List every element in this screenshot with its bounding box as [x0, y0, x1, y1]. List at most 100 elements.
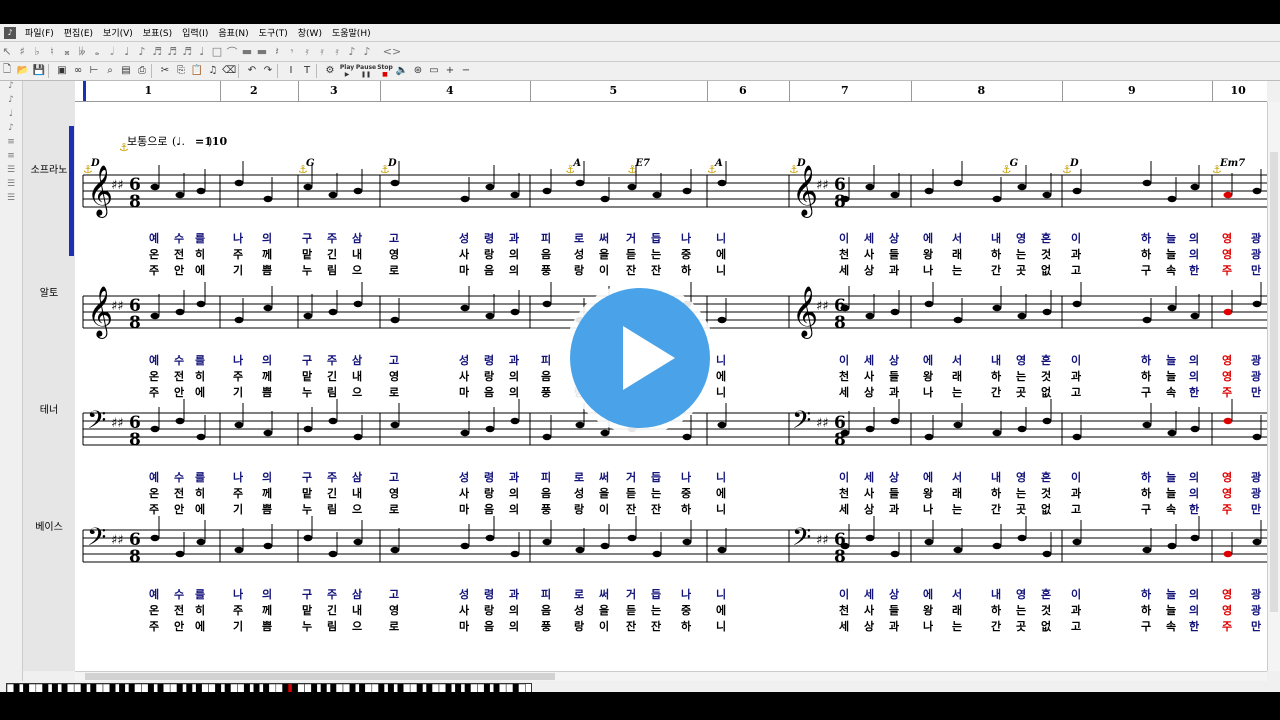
lyric-syllable[interactable]: 령: [484, 471, 494, 484]
lyric-syllable[interactable]: 간: [991, 502, 1001, 516]
lyric-syllable[interactable]: 에: [923, 231, 933, 245]
lyric-syllable[interactable]: 들: [889, 487, 899, 500]
lyric-syllable[interactable]: 하: [1141, 587, 1152, 601]
lyric-syllable[interactable]: 의: [1189, 369, 1199, 383]
lyric-syllable[interactable]: 한: [1189, 263, 1199, 277]
note-head[interactable]: [150, 183, 160, 191]
lyric-syllable[interactable]: 니: [716, 470, 726, 484]
lyric-syllable[interactable]: 이: [839, 231, 849, 245]
lyric-syllable[interactable]: 쁨: [262, 619, 272, 633]
lyric-syllable[interactable]: 기: [233, 385, 243, 399]
natural-icon[interactable]: ♮: [45, 45, 59, 58]
lyric-syllable[interactable]: 랑: [484, 487, 494, 500]
lyric-syllable[interactable]: 삼: [352, 231, 362, 245]
palette-staff-icon[interactable]: ☰: [0, 165, 22, 179]
lyric-syllable[interactable]: 사: [459, 603, 470, 617]
lyric-syllable[interactable]: 늘: [1166, 588, 1176, 601]
lyric-syllable[interactable]: 의: [509, 619, 519, 633]
note-head[interactable]: [263, 195, 273, 203]
lyric-syllable[interactable]: 니: [716, 502, 726, 516]
lyric-syllable[interactable]: 을: [599, 248, 609, 261]
lyric-syllable[interactable]: 는: [651, 248, 661, 261]
text-cursor-icon[interactable]: I: [284, 64, 298, 78]
note-head[interactable]: [1190, 312, 1200, 320]
lyric-syllable[interactable]: 고: [1071, 503, 1081, 516]
lyric-syllable[interactable]: 마: [459, 502, 470, 516]
lyric-syllable[interactable]: 주: [149, 503, 159, 516]
ruler-measure-10[interactable]: 10: [1212, 81, 1268, 101]
lyric-syllable[interactable]: 이: [839, 353, 849, 367]
lyric-syllable[interactable]: 영: [1222, 354, 1232, 367]
lyric-syllable[interactable]: 는: [952, 386, 962, 399]
lyric-syllable[interactable]: 에: [716, 603, 726, 617]
lyric-syllable[interactable]: 랑: [574, 264, 584, 277]
lyric-syllable[interactable]: 영: [389, 370, 399, 383]
lyric-syllable[interactable]: 온: [149, 370, 159, 383]
note-head[interactable]: [717, 421, 727, 429]
lyric-syllable[interactable]: 령: [484, 588, 494, 601]
note-head[interactable]: [390, 316, 400, 324]
lyric-syllable[interactable]: 마: [459, 263, 470, 277]
lyric-syllable[interactable]: 래: [952, 369, 962, 383]
sixteenth-note-icon[interactable]: ♬: [150, 45, 164, 58]
ruler-measure-1[interactable]: 1: [83, 81, 223, 101]
lyric-syllable[interactable]: 나: [233, 587, 243, 601]
lyric-syllable[interactable]: 것: [1041, 486, 1051, 500]
lyric-syllable[interactable]: 는: [952, 503, 962, 516]
rest-half-icon[interactable]: ▬: [255, 45, 269, 58]
lyric-syllable[interactable]: 잔: [626, 619, 636, 633]
menu-tools[interactable]: 도구(T): [254, 26, 293, 39]
note-head[interactable]: [1072, 187, 1082, 195]
lyric-syllable[interactable]: 광: [1251, 370, 1261, 383]
lyric-syllable[interactable]: 하: [991, 369, 1002, 383]
lyric-syllable[interactable]: 이: [1071, 231, 1081, 245]
lyric-syllable[interactable]: 간: [991, 385, 1001, 399]
lyric-syllable[interactable]: 나: [681, 470, 691, 484]
note-head[interactable]: [1017, 312, 1027, 320]
lyric-syllable[interactable]: 랑: [574, 503, 584, 516]
note-head[interactable]: [953, 179, 963, 187]
ruler-measure-9[interactable]: 9: [1062, 81, 1213, 101]
lyric-syllable[interactable]: 예: [149, 587, 159, 601]
lyric-syllable[interactable]: 는: [651, 604, 661, 617]
lyric-syllable[interactable]: 거: [626, 231, 636, 245]
note-head[interactable]: [328, 191, 338, 199]
lyric-syllable[interactable]: 긴: [327, 247, 337, 261]
ruler-measure-6[interactable]: 6: [707, 81, 790, 101]
lyric-syllable[interactable]: 광: [1251, 248, 1261, 261]
lyric-syllable[interactable]: 의: [1189, 587, 1199, 601]
note-head[interactable]: [1142, 546, 1152, 554]
lyric-syllable[interactable]: 주: [1222, 620, 1232, 633]
lyric-syllable[interactable]: 상: [889, 587, 899, 601]
lyric-syllable[interactable]: 의: [1189, 470, 1199, 484]
lyric-syllable[interactable]: 으: [352, 264, 362, 277]
note-head[interactable]: [600, 195, 610, 203]
menu-note[interactable]: 음표(N): [213, 26, 253, 39]
note-head[interactable]: [717, 316, 727, 324]
lyric-syllable[interactable]: 광: [1251, 471, 1261, 484]
lyric-syllable[interactable]: 잔: [626, 263, 636, 277]
lyric-syllable[interactable]: 천: [839, 603, 849, 617]
menu-edit[interactable]: 편집(E): [59, 26, 98, 39]
lyric-syllable[interactable]: 한: [1189, 385, 1199, 399]
lyric-syllable[interactable]: 에: [195, 385, 205, 399]
lyric-syllable[interactable]: 를: [195, 588, 205, 601]
menu-staff[interactable]: 보표(S): [138, 26, 177, 39]
note-head[interactable]: [263, 304, 273, 312]
lyric-syllable[interactable]: 의: [509, 263, 519, 277]
note-head[interactable]: [485, 312, 495, 320]
lyric-syllable[interactable]: 히: [195, 603, 205, 617]
vertical-scroll-thumb[interactable]: [1270, 152, 1278, 612]
lyric-syllable[interactable]: 음: [484, 503, 494, 516]
lyric-syllable[interactable]: 사: [864, 247, 875, 261]
lyric-syllable[interactable]: 성: [459, 470, 469, 484]
lyric-syllable[interactable]: 사: [459, 369, 470, 383]
note-head[interactable]: [542, 433, 552, 441]
eighth-note-icon[interactable]: ♪: [135, 45, 149, 58]
lyric-syllable[interactable]: 는: [952, 264, 962, 277]
lyric-syllable[interactable]: 수: [174, 588, 184, 601]
lyric-syllable[interactable]: 하: [1141, 486, 1152, 500]
lyric-syllable[interactable]: 기: [233, 502, 243, 516]
lyric-syllable[interactable]: 듣: [626, 487, 636, 500]
lyric-syllable[interactable]: 나: [923, 385, 933, 399]
